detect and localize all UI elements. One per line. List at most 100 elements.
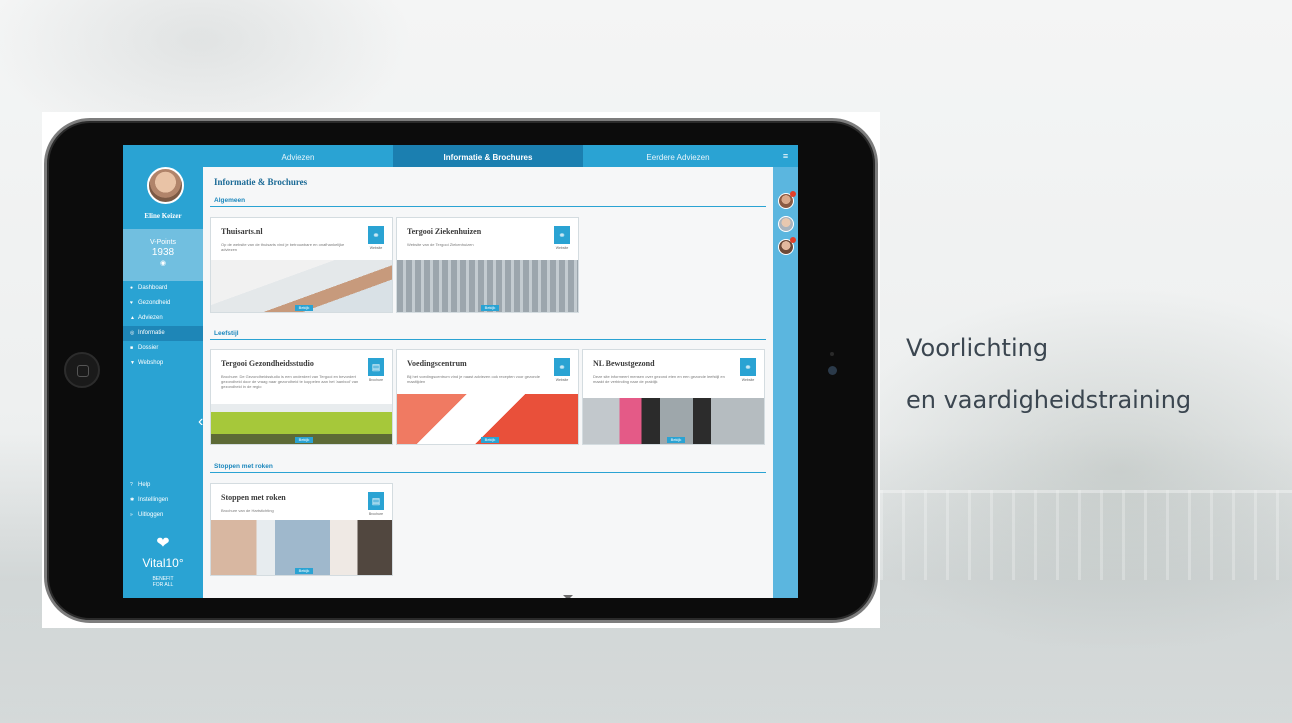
card-thuisarts[interactable]: Thuisarts.nl Op de website van de thuisa… (210, 217, 393, 313)
card-tergooi-ziekenhuizen[interactable]: Tergooi Ziekenhuizen Website van de Terg… (396, 217, 579, 313)
view-button[interactable]: Bekijk (481, 305, 499, 311)
card-nl-bewustgezond[interactable]: NL Bewustgezond Deze site informeert men… (582, 349, 765, 445)
contact-avatar[interactable] (778, 216, 794, 232)
card-description: Website van de Tergooi Ziekenhuizen (407, 242, 474, 247)
sidebar: Eline Keizer V-Points 1938 ◉ ● Dashboard … (123, 145, 203, 598)
tab-eerdere-adviezen[interactable]: Eerdere Adviezen (583, 145, 773, 167)
card-description: Brochure van de Hartstichting (221, 508, 274, 513)
help-icon: ? (130, 482, 133, 488)
user-name: Eline Keizer (144, 212, 182, 220)
card-title: Thuisarts.nl (221, 227, 263, 236)
card-icon-label: Brochure (368, 378, 384, 382)
sidebar-item-label: Uitloggen (138, 512, 164, 518)
card-icon-label: Website (555, 246, 569, 250)
card-title: Tergooi Ziekenhuizen (407, 227, 482, 236)
card-title: NL Bewustgezond (593, 359, 655, 368)
sensor-dot (830, 352, 834, 356)
notification-badge (790, 237, 796, 243)
contacts-rail (773, 167, 798, 598)
avatar[interactable] (147, 167, 184, 204)
card-icon-label: Brochure (368, 512, 384, 516)
card-description: Op de website van de thuisarts vind je b… (221, 242, 345, 252)
tagline-line-2: en vaardigheidstraining (906, 386, 1192, 414)
camera-icon (828, 366, 837, 375)
brand-sub-line-2: FOR ALL (152, 582, 174, 588)
link-icon[interactable]: ⚭ (368, 226, 384, 244)
app-screen: Eline Keizer V-Points 1938 ◉ ● Dashboard … (123, 145, 798, 598)
dossier-icon: ■ (130, 345, 134, 351)
page-title: Informatie & Brochures (214, 177, 308, 187)
tagline-line-1: Voorlichting (906, 334, 1049, 362)
contact-avatar[interactable] (778, 191, 796, 209)
card-description: Brochure: De Gezondheidsstudio is een on… (221, 374, 359, 389)
card-icon-label: Website (369, 246, 383, 250)
card-title: Voedingscentrum (407, 359, 467, 368)
link-icon[interactable]: ⚭ (554, 358, 570, 376)
notification-badge (790, 191, 796, 197)
sidebar-nav: ● Dashboard ♥ Gezondheid ▲ Adviezen ◎ Inform… (123, 281, 203, 371)
sidebar-item-gezondheid[interactable]: ♥ Gezondheid (123, 296, 203, 311)
slide-tagline: Voorlichting en vaardigheidstraining (906, 322, 1191, 426)
view-button[interactable]: Bekijk (481, 437, 499, 443)
sidebar-bottom-nav: ? Help ✱ Instellingen » Uitloggen (123, 478, 203, 523)
vpoints-label: V-Points (149, 239, 177, 246)
home-button[interactable] (64, 352, 100, 388)
cart-icon: ▼ (130, 360, 135, 366)
card-image (211, 520, 392, 575)
main-content: Informatie & Brochures Algemeen Thuisart… (203, 167, 773, 598)
section-title-leefstijl: Leefstijl (210, 330, 766, 340)
chevron-down-icon[interactable]: ◉ (123, 259, 203, 267)
sidebar-item-dashboard[interactable]: ● Dashboard (123, 281, 203, 296)
background-bridge (880, 490, 1292, 580)
sidebar-item-instellingen[interactable]: ✱ Instellingen (123, 493, 203, 508)
sidebar-item-label: Dossier (138, 345, 159, 351)
card-icon-label: Website (555, 378, 569, 382)
advice-icon: ▲ (130, 315, 135, 321)
sidebar-item-label: Help (138, 482, 151, 488)
contact-avatar[interactable] (778, 237, 796, 255)
settings-icon: ✱ (130, 497, 135, 503)
sidebar-item-uitloggen[interactable]: » Uitloggen (123, 508, 203, 523)
card-title: Stoppen met roken (221, 493, 286, 502)
hamburger-menu-icon[interactable]: ≡ (773, 145, 798, 167)
sidebar-item-informatie[interactable]: ◎ Informatie (123, 326, 203, 341)
brochure-icon[interactable]: ▤ (368, 492, 384, 510)
sidebar-item-adviezen[interactable]: ▲ Adviezen (123, 311, 203, 326)
section-title-algemeen: Algemeen (210, 197, 766, 207)
section-title-stoppen-met-roken: Stoppen met roken (210, 463, 766, 473)
sidebar-item-label: Webshop (138, 360, 164, 366)
card-description: Deze site informeert mensen over gezond … (593, 374, 725, 384)
scroll-down-icon[interactable] (563, 595, 573, 598)
link-icon[interactable]: ⚭ (554, 226, 570, 244)
link-icon[interactable]: ⚭ (740, 358, 756, 376)
info-icon: ◎ (130, 330, 135, 336)
heart-icon: ♥ (130, 300, 133, 306)
card-title: Tergooi Gezondheidsstudio (221, 359, 314, 368)
card-description: Bij het voedingscentrum vind je naast ad… (407, 374, 540, 384)
card-voedingscentrum[interactable]: Voedingscentrum Bij het voedingscentrum … (396, 349, 579, 445)
sidebar-item-label: Informatie (138, 330, 165, 336)
card-tergooi-gezondheidsstudio[interactable]: Tergooi Gezondheidsstudio Brochure: De G… (210, 349, 393, 445)
top-tabs: Adviezen Informatie & Brochures Eerdere … (203, 145, 773, 167)
dashboard-icon: ● (130, 285, 134, 291)
brochure-icon[interactable]: ▤ (368, 358, 384, 376)
sidebar-item-help[interactable]: ? Help (123, 478, 203, 493)
view-button[interactable]: Bekijk (295, 568, 313, 574)
vpoints-panel[interactable]: V-Points 1938 ◉ (123, 229, 203, 281)
card-icon-label: Website (741, 378, 755, 382)
brand-subtitle: BENEFIT FOR ALL (123, 576, 203, 588)
card-stoppen-met-roken[interactable]: Stoppen met roken Brochure van de Hartst… (210, 483, 393, 576)
tab-adviezen[interactable]: Adviezen (203, 145, 393, 167)
sidebar-item-dossier[interactable]: ■ Dossier (123, 341, 203, 356)
vpoints-value: 1938 (151, 247, 175, 258)
view-button[interactable]: Bekijk (295, 437, 313, 443)
sidebar-item-label: Gezondheid (138, 300, 171, 306)
view-button[interactable]: Bekijk (667, 437, 685, 443)
view-button[interactable]: Bekijk (295, 305, 313, 311)
tab-informatie-brochures[interactable]: Informatie & Brochures (393, 145, 583, 167)
sidebar-item-webshop[interactable]: ▼ Webshop (123, 356, 203, 371)
sidebar-item-label: Adviezen (138, 315, 163, 321)
heart-logo-icon: ❤ (156, 535, 170, 552)
logout-icon: » (130, 512, 133, 518)
sidebar-item-label: Dashboard (138, 285, 168, 291)
